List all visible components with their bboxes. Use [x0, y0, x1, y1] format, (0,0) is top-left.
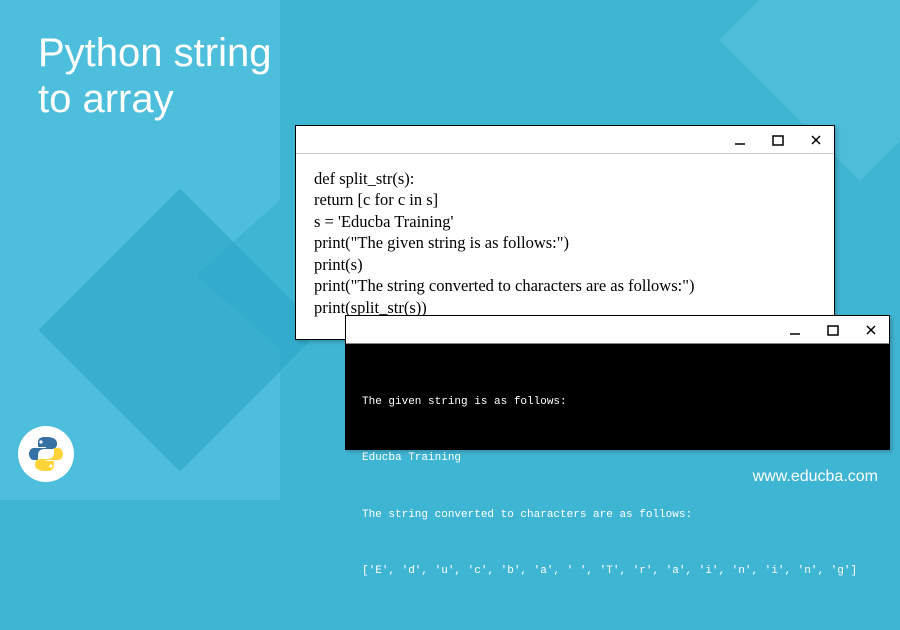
title-line: Python string [38, 30, 271, 76]
code-line: print(s) [314, 254, 816, 275]
output-line: Educba Training [362, 449, 873, 468]
close-icon[interactable] [859, 321, 883, 339]
python-logo-icon [18, 426, 74, 482]
code-line: def split_str(s): [314, 168, 816, 189]
output-content: The given string is as follows: Educba T… [346, 344, 889, 630]
maximize-icon[interactable] [766, 131, 790, 149]
code-line: print("The given string is as follows:") [314, 232, 816, 253]
code-line: print("The string converted to character… [314, 275, 816, 296]
output-window: The given string is as follows: Educba T… [345, 315, 890, 450]
code-content: def split_str(s): return [c for c in s] … [296, 154, 834, 332]
window-titlebar [296, 126, 834, 154]
maximize-icon[interactable] [821, 321, 845, 339]
output-line: ['E', 'd', 'u', 'c', 'b', 'a', ' ', 'T',… [362, 562, 873, 581]
minimize-icon[interactable] [783, 321, 807, 339]
close-icon[interactable] [804, 131, 828, 149]
minimize-icon[interactable] [728, 131, 752, 149]
site-url: www.educba.com [753, 468, 878, 486]
page-title: Python string to array [38, 30, 271, 122]
title-line: to array [38, 76, 271, 122]
window-titlebar [346, 316, 889, 344]
code-window: def split_str(s): return [c for c in s] … [295, 125, 835, 340]
output-line: The string converted to characters are a… [362, 506, 873, 525]
code-line: return [c for c in s] [314, 189, 816, 210]
output-line: The given string is as follows: [362, 393, 873, 412]
code-line: s = 'Educba Training' [314, 211, 816, 232]
